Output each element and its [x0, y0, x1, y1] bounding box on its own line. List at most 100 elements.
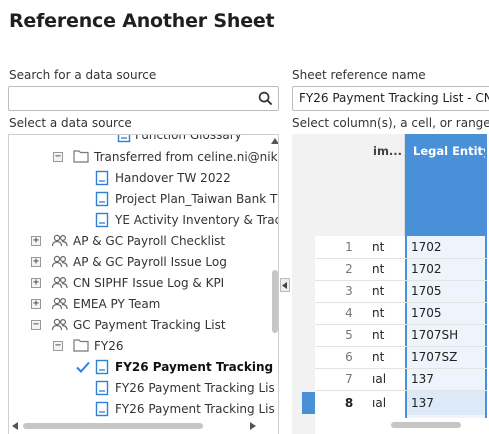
tree-item-label: FY26 [94, 339, 124, 353]
expand-icon[interactable]: + [31, 236, 41, 246]
column-header-label: im... [373, 144, 403, 158]
grid-cell[interactable]: 1705 [411, 280, 481, 302]
grid-horizontal-scrollbar[interactable] [377, 418, 487, 432]
tree-item-label: FY26 Payment Tracking Lis [115, 381, 275, 395]
workspace-icon [51, 234, 68, 247]
workspace-icon [51, 318, 68, 331]
tree-horizontal-scrollbar[interactable] [9, 419, 271, 433]
row-number: 1 [345, 240, 353, 254]
scroll-thumb[interactable] [23, 423, 203, 429]
sheet-reference-label: Sheet reference name [292, 68, 426, 82]
scroll-thumb[interactable] [272, 270, 278, 333]
row-number: 7 [345, 372, 353, 386]
grid-cell[interactable]: nt [372, 324, 402, 346]
tree-item-handover[interactable]: Handover TW 2022 [9, 168, 271, 188]
selection-border [485, 134, 487, 418]
sheet-icon [95, 359, 109, 375]
scroll-thumb[interactable] [391, 422, 461, 428]
sheet-icon [95, 401, 109, 417]
grid-cell[interactable]: 137 [411, 368, 481, 390]
tree-item-label: EMEA PY Team [73, 297, 161, 311]
grid-cell[interactable]: nt [372, 302, 402, 324]
row-number: 2 [345, 262, 353, 276]
expand-icon[interactable]: + [31, 257, 41, 267]
dialog-title: Reference Another Sheet [9, 10, 275, 32]
grid-cell[interactable]: 1702 [411, 236, 481, 258]
row-number: 3 [345, 284, 353, 298]
tree-item-label: FY26 Payment Tracking Li [115, 360, 279, 374]
tree-item-fy26-2[interactable]: FY26 Payment Tracking Lis [9, 378, 275, 398]
column-header[interactable]: im... [315, 134, 405, 236]
tree-item-label: Function Glossary [135, 134, 242, 142]
grid-cell[interactable]: 1705 [411, 302, 481, 324]
grid-cell[interactable]: 137 [411, 392, 481, 414]
sheet-icon [95, 380, 109, 396]
scroll-right-icon[interactable] [249, 422, 257, 430]
sheet-icon [95, 212, 109, 228]
checkmark-icon [76, 361, 90, 373]
tree-item-function-glossary[interactable]: Function Glossary [9, 134, 271, 145]
grid-cell[interactable]: nt [372, 280, 402, 302]
sheet-reference-input[interactable]: FY26 Payment Tracking List - CN - [292, 86, 489, 111]
tree-item-cn-siphf[interactable]: + CN SIPHF Issue Log & KPI [9, 273, 271, 293]
expand-icon[interactable]: + [31, 299, 41, 309]
tree-item-label: Project Plan_Taiwan Bank T [115, 192, 278, 206]
row-number: 6 [345, 350, 353, 364]
grid-cell[interactable]: ıal [372, 392, 402, 414]
grid-label: Select column(s), a cell, or range of [292, 116, 489, 130]
grid-cell[interactable]: ıal [372, 368, 402, 390]
collapse-panel-button[interactable] [280, 278, 290, 292]
workspace-icon [51, 255, 68, 268]
tree-item-fy26-selected[interactable]: FY26 Payment Tracking Li [9, 357, 278, 377]
folder-icon [73, 150, 89, 163]
tree-item-transferred-folder[interactable]: − Transferred from celine.ni@nik [9, 147, 278, 167]
selection-border [405, 134, 407, 418]
grid-cell[interactable]: 1707SZ [411, 346, 481, 368]
sheet-icon [117, 135, 131, 143]
tree-item-ye-activity[interactable]: YE Activity Inventory & Trac [9, 210, 278, 230]
tree-item-fy26-folder[interactable]: − FY26 [9, 336, 271, 356]
tree-item-label: AP & GC Payroll Issue Log [73, 255, 227, 269]
scroll-left-icon[interactable] [11, 422, 19, 430]
collapse-icon[interactable]: − [53, 152, 63, 162]
tree-item-label: FY26 Payment Tracking Lis [115, 402, 275, 416]
row-number-column [292, 134, 315, 434]
data-source-tree[interactable]: Function Glossary − Transferred from cel… [8, 134, 279, 434]
tree-item-ap-gc-checklist[interactable]: + AP & GC Payroll Checklist [9, 231, 271, 251]
scroll-up-icon[interactable] [271, 137, 279, 145]
tree-item-gc-payment-tracking[interactable]: − GC Payment Tracking List [9, 315, 271, 335]
sheet-icon [95, 170, 109, 186]
tree-item-label: CN SIPHF Issue Log & KPI [73, 276, 225, 290]
row-number: 5 [345, 328, 353, 342]
tree-item-ap-gc-issue-log[interactable]: + AP & GC Payroll Issue Log [9, 252, 271, 272]
sheet-icon [95, 191, 109, 207]
folder-icon [73, 339, 89, 352]
grid-cell[interactable]: 1707SH [411, 324, 481, 346]
collapse-icon[interactable]: − [53, 341, 63, 351]
tree-vertical-scrollbar[interactable] [271, 135, 279, 420]
grid-cell[interactable]: nt [372, 236, 402, 258]
tree-item-label: YE Activity Inventory & Trac [115, 213, 279, 227]
sheet-grid[interactable]: im... Legal Entity 1 nt 1702 2 nt 1702 3… [292, 134, 489, 434]
search-box[interactable] [8, 86, 279, 111]
grid-cell[interactable]: nt [372, 258, 402, 280]
tree-item-label: Handover TW 2022 [115, 171, 231, 185]
tree-label: Select a data source [9, 116, 132, 130]
workspace-icon [51, 276, 68, 289]
column-header-label: Legal Entity [413, 144, 489, 158]
search-label: Search for a data source [9, 68, 157, 82]
row-number: 8 [344, 396, 354, 410]
tree-item-emea-py-team[interactable]: + EMEA PY Team [9, 294, 271, 314]
sheet-reference-value: FY26 Payment Tracking List - CN - [299, 91, 489, 105]
search-input[interactable] [9, 87, 249, 110]
search-icon[interactable] [258, 91, 273, 106]
expand-icon[interactable]: + [31, 278, 41, 288]
tree-item-fy26-3[interactable]: FY26 Payment Tracking Lis [9, 399, 275, 419]
grid-cell[interactable]: nt [372, 346, 402, 368]
grid-cell[interactable]: 1702 [411, 258, 481, 280]
tree-item-project-plan[interactable]: Project Plan_Taiwan Bank T [9, 189, 277, 209]
chevron-left-icon [282, 282, 287, 289]
tree-item-label: GC Payment Tracking List [73, 318, 226, 332]
column-header-selected[interactable]: Legal Entity [405, 134, 489, 236]
collapse-icon[interactable]: − [31, 320, 41, 330]
